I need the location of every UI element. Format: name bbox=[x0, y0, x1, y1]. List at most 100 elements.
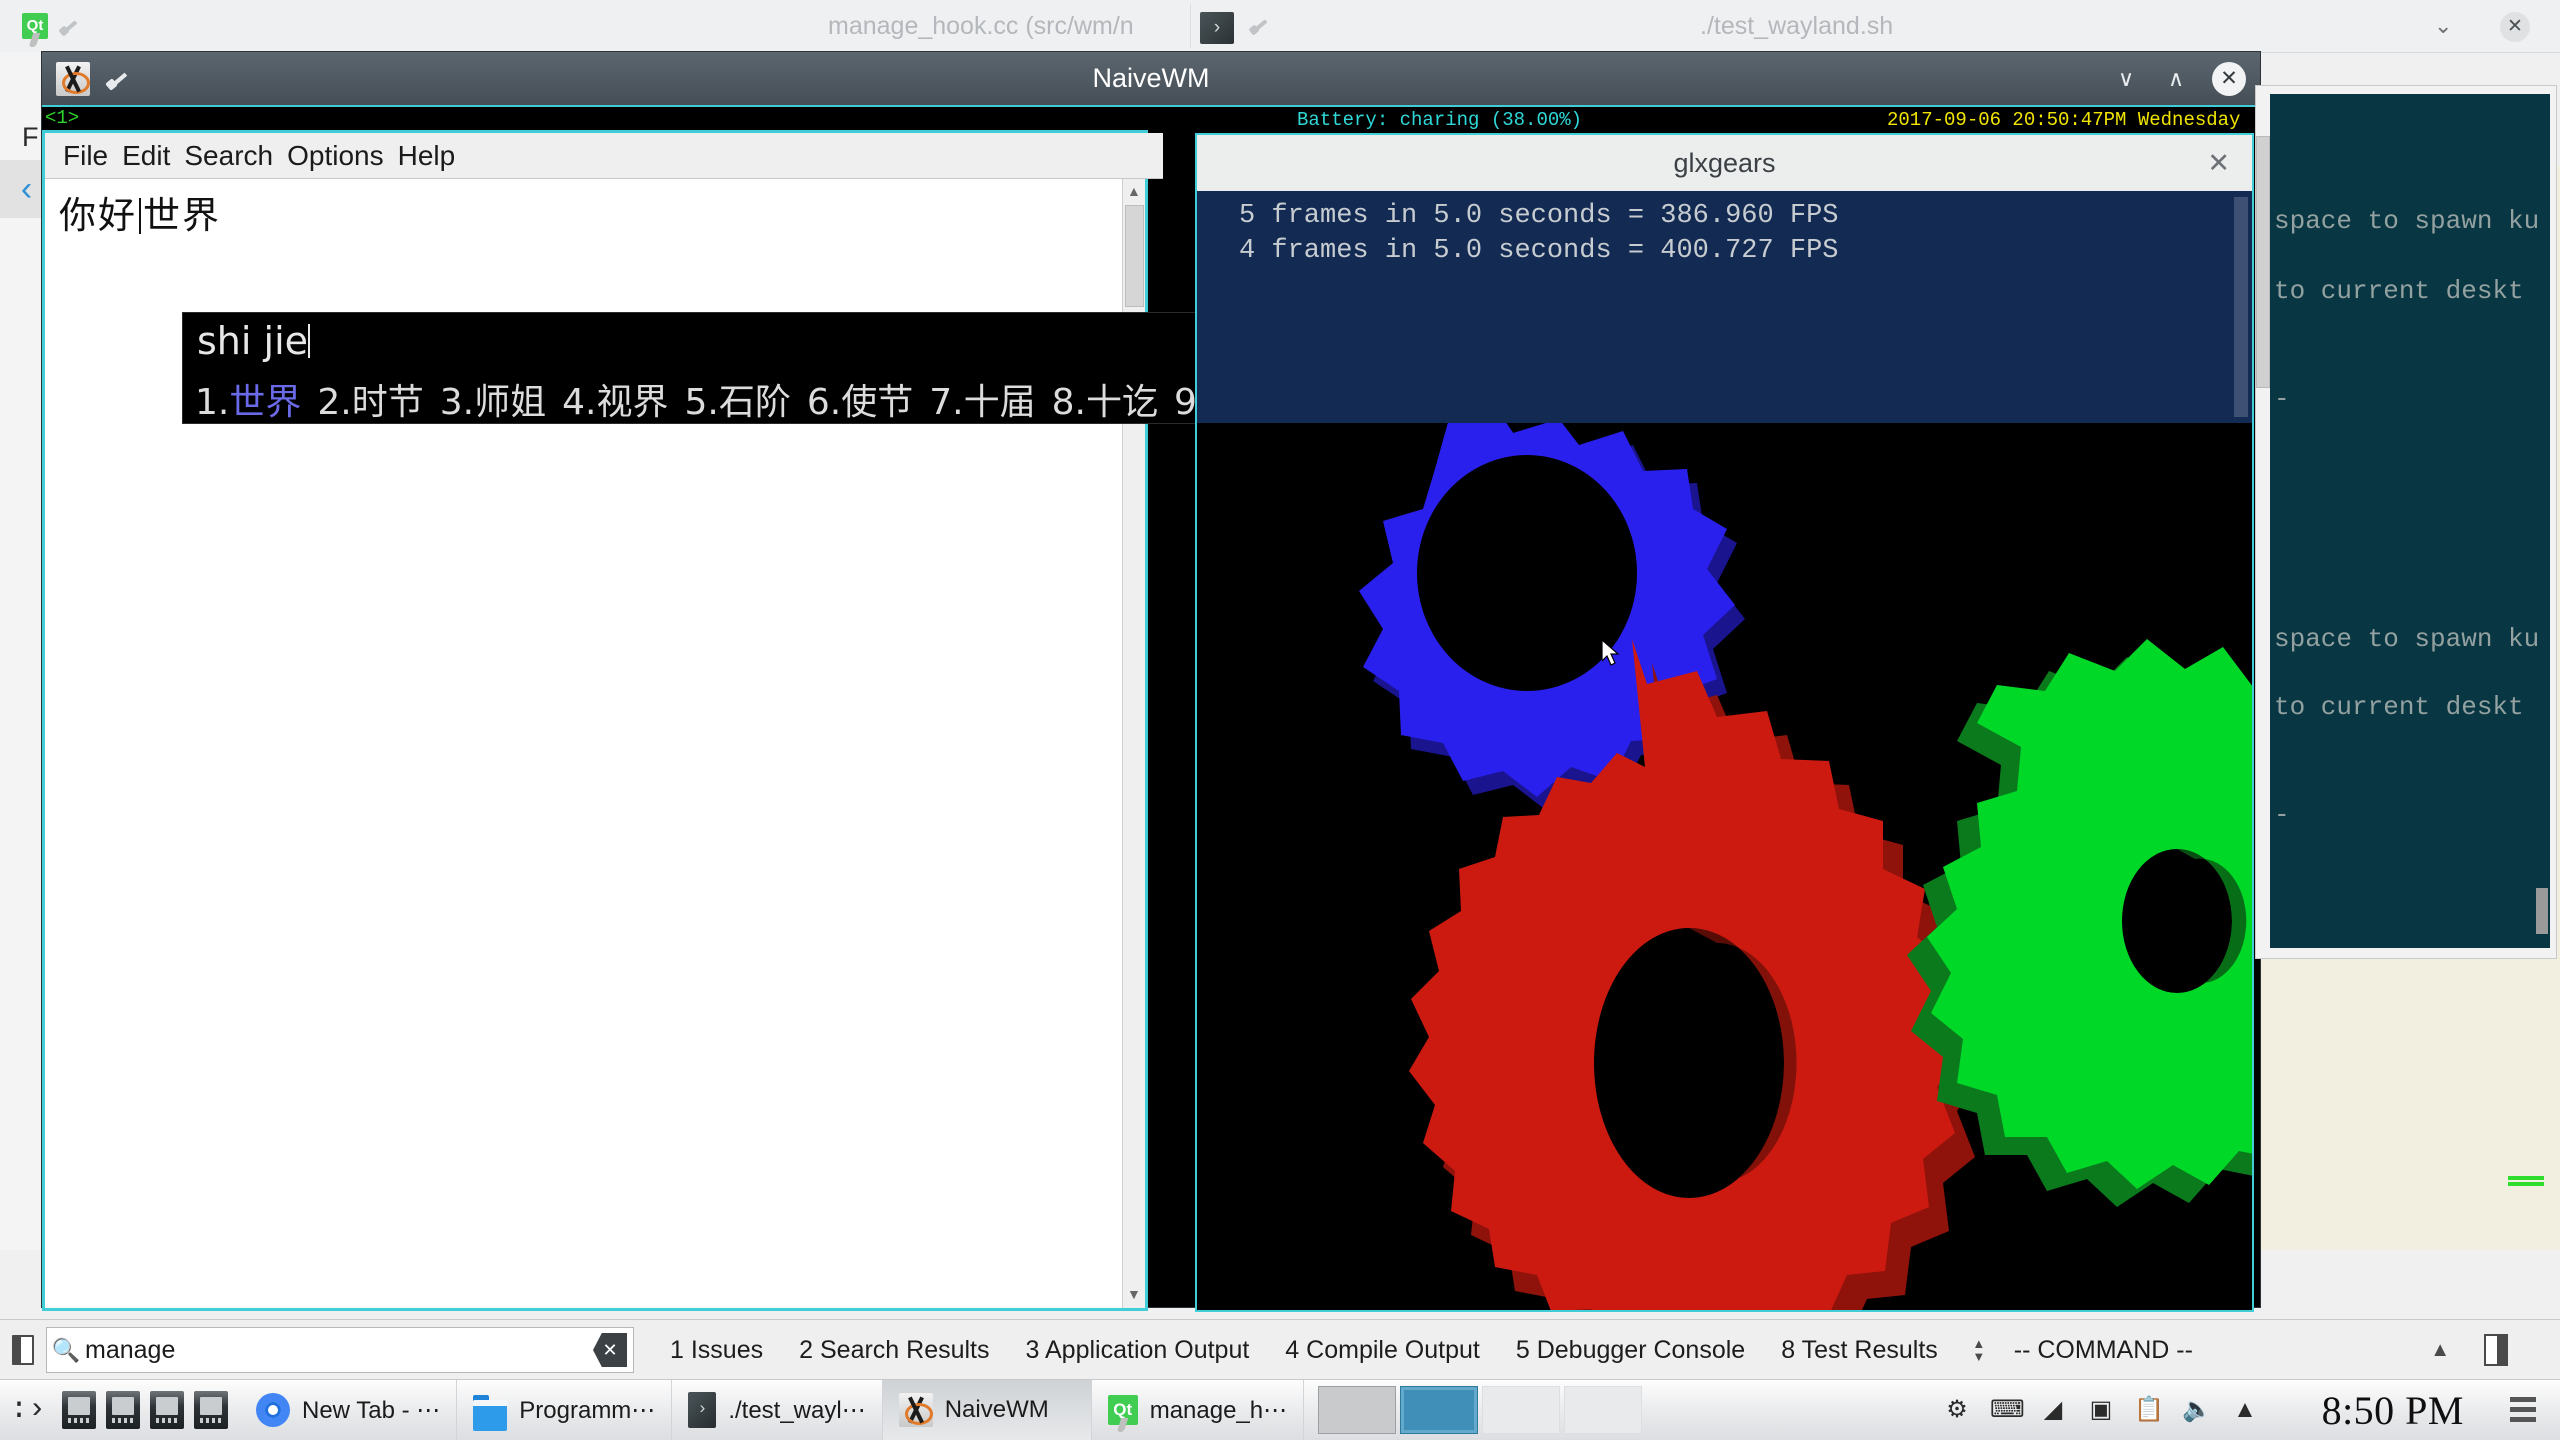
keyboard-icon[interactable]: ⌨ bbox=[1990, 1395, 2020, 1425]
maximize-icon[interactable]: ∧ bbox=[2162, 66, 2190, 92]
taskbar-item-label: Programm⋯ bbox=[519, 1396, 655, 1425]
quick-launch-icon-4[interactable] bbox=[194, 1391, 228, 1429]
ime-candidate-text: 十讫 bbox=[1086, 382, 1158, 423]
folder-icon bbox=[473, 1395, 507, 1425]
glxgears-output: 5 frames in 5.0 seconds = 386.960 FPS 4 … bbox=[1197, 191, 2252, 423]
x-editor-window: <1> File Edit Search Options Help 你好世界 ▲… bbox=[45, 133, 1145, 1308]
workspace-3[interactable] bbox=[1482, 1386, 1560, 1434]
ime-candidate-3[interactable]: 3.师姐 bbox=[440, 382, 546, 423]
wifi-icon[interactable]: ◢ bbox=[2038, 1395, 2068, 1425]
clear-icon[interactable]: ✕ bbox=[593, 1333, 627, 1367]
pane-number: 5 bbox=[1516, 1336, 1530, 1364]
scroll-down-icon[interactable]: ▼ bbox=[1127, 1286, 1141, 1302]
taskbar-item-qtcreator[interactable]: Qt manage_h⋯ bbox=[1092, 1380, 1304, 1440]
x-app-icon bbox=[56, 62, 90, 96]
taskbar-item-file-manager[interactable]: Programm⋯ bbox=[457, 1380, 672, 1440]
terminal-line: space to spawn ku bbox=[2274, 624, 2539, 654]
taskbar-item-naivewm[interactable]: NaiveWM bbox=[883, 1380, 1092, 1440]
glxgears-titlebar[interactable]: glxgears ✕ bbox=[1197, 135, 2252, 192]
terminal-scrollbar[interactable] bbox=[2256, 136, 2270, 388]
menu-item-search[interactable]: Search bbox=[184, 140, 273, 172]
minimize-icon[interactable]: ∨ bbox=[2112, 66, 2140, 92]
quick-launch-icon-2[interactable] bbox=[106, 1391, 140, 1429]
editor-menubar: File Edit Search Options Help bbox=[45, 133, 1163, 179]
pane-button-issues[interactable]: 1 Issues bbox=[652, 1320, 781, 1380]
pane-button-debugger-console[interactable]: 5 Debugger Console bbox=[1498, 1320, 1763, 1380]
volume-icon[interactable]: 🔈 bbox=[2182, 1395, 2212, 1425]
network-icon[interactable]: ⚙ bbox=[1942, 1395, 1972, 1425]
close-icon[interactable]: ✕ bbox=[2212, 62, 2246, 96]
ime-candidate-8[interactable]: 8.十讫 bbox=[1052, 382, 1158, 423]
terminal-line: to current deskt bbox=[2274, 692, 2524, 722]
pin-icon[interactable] bbox=[58, 15, 80, 37]
editor-text-content[interactable]: 你好世界 bbox=[59, 185, 221, 239]
terminal-line: - bbox=[2274, 384, 2290, 414]
taskbar-item-label: New Tab - ⋯ bbox=[302, 1396, 440, 1425]
ime-candidate-text: 十届 bbox=[964, 382, 1036, 423]
taskbar-item-chrome[interactable]: New Tab - ⋯ bbox=[240, 1380, 457, 1440]
pane-button-search-results[interactable]: 2 Search Results bbox=[781, 1320, 1007, 1380]
ime-preedit-value: shi jie bbox=[197, 319, 308, 363]
display-icon[interactable]: ▣ bbox=[2086, 1395, 2116, 1425]
pin-icon-secondary[interactable] bbox=[1248, 14, 1270, 36]
start-icon: :› bbox=[10, 1393, 46, 1427]
quick-launch-icon-1[interactable] bbox=[62, 1391, 96, 1429]
glxgears-scrollbar[interactable] bbox=[2234, 197, 2248, 417]
x-app-icon bbox=[899, 1393, 933, 1427]
ime-candidate-2[interactable]: 2.时节 bbox=[317, 382, 423, 423]
menu-item-edit[interactable]: Edit bbox=[122, 140, 170, 172]
pane-button-test-results[interactable]: 8 Test Results bbox=[1763, 1320, 1956, 1380]
pane-nav-buttons[interactable]: ▲ ▼ bbox=[1966, 1320, 1992, 1380]
left-column-label: F bbox=[22, 122, 39, 153]
ime-candidate-5[interactable]: 5.石阶 bbox=[685, 382, 791, 423]
ime-candidate-1[interactable]: 1.世界 bbox=[195, 382, 301, 423]
chevron-up-icon-right[interactable]: ▲ bbox=[2430, 1339, 2450, 1362]
window-minimize-button[interactable]: ⌄ bbox=[2434, 0, 2452, 52]
qtcreator-titlebar: Qt manage_hook.cc (src/wm/n › ./test_way… bbox=[0, 0, 2560, 53]
ime-candidate-6[interactable]: 6.使节 bbox=[807, 382, 913, 423]
terminal-scrollbar-thumb[interactable] bbox=[2536, 888, 2548, 934]
glxgears-output-line: 4 frames in 5.0 seconds = 400.727 FPS bbox=[1239, 234, 2252, 269]
quick-launch-icon-3[interactable] bbox=[150, 1391, 184, 1429]
naivewm-statusbar: Battery: charing (38.00%) 2017-09-06 20:… bbox=[1197, 107, 2255, 133]
taskbar-item-terminal[interactable]: › ./test_wayl⋯ bbox=[672, 1380, 882, 1440]
pane-button-compile-output[interactable]: 4 Compile Output bbox=[1267, 1320, 1498, 1380]
glxgears-gl-canvas[interactable] bbox=[1197, 423, 2252, 1310]
menu-item-options[interactable]: Options bbox=[287, 140, 384, 172]
scroll-up-icon[interactable]: ▲ bbox=[1127, 183, 1141, 199]
ime-candidate-7[interactable]: 7.十届 bbox=[929, 382, 1035, 423]
workspace-4[interactable] bbox=[1564, 1386, 1642, 1434]
start-button[interactable]: :› bbox=[0, 1380, 56, 1440]
naivewm-titlebar[interactable]: NaiveWM ∨ ∧ ✕ bbox=[42, 52, 2260, 105]
close-icon[interactable]: ✕ bbox=[2207, 135, 2230, 191]
naivewm-title: NaiveWM bbox=[42, 52, 2260, 105]
ime-candidate-4[interactable]: 4.视界 bbox=[562, 382, 668, 423]
pane-button-application-output[interactable]: 3 Application Output bbox=[1008, 1320, 1268, 1380]
output-pane-buttons: 1 Issues 2 Search Results 3 Application … bbox=[652, 1320, 2193, 1380]
pin-icon[interactable] bbox=[106, 67, 130, 91]
close-icon: ✕ bbox=[2500, 12, 2530, 42]
pane-label: Application Output bbox=[1045, 1336, 1249, 1364]
workspace-2[interactable] bbox=[1400, 1386, 1478, 1434]
locator-input[interactable]: manage bbox=[85, 1336, 593, 1365]
scrollbar-thumb[interactable] bbox=[1125, 205, 1144, 307]
document-title: manage_hook.cc (src/wm/n bbox=[828, 0, 1188, 52]
show-hidden-icon[interactable]: ▲ bbox=[2230, 1395, 2260, 1425]
window-close-button[interactable]: ✕ bbox=[2500, 0, 2530, 52]
menu-item-file[interactable]: File bbox=[63, 140, 108, 172]
terminal-icon[interactable]: › bbox=[1200, 12, 1234, 44]
taskbar-clock[interactable]: 8:50 PM bbox=[2322, 1387, 2464, 1434]
glxgears-title: glxgears bbox=[1197, 135, 2252, 191]
menu-item-help[interactable]: Help bbox=[398, 140, 456, 172]
menu-icon[interactable] bbox=[2510, 1397, 2536, 1423]
clipboard-icon[interactable]: 📋 bbox=[2134, 1395, 2164, 1425]
workspace-tag: <1> bbox=[45, 107, 79, 129]
wayland-terminal-content[interactable]: space to spawn ku to current deskt - spa… bbox=[2270, 94, 2550, 948]
ime-candidate-text: 使节 bbox=[841, 382, 913, 423]
workspace-1[interactable] bbox=[1318, 1386, 1396, 1434]
toggle-right-sidebar-button[interactable] bbox=[2484, 1334, 2508, 1366]
toggle-sidebar-button[interactable] bbox=[0, 1320, 46, 1380]
pane-number: 3 bbox=[1026, 1336, 1040, 1364]
locator-input-wrapper[interactable]: 🔍 manage ✕ bbox=[46, 1327, 634, 1373]
chevron-down-icon[interactable]: ▼ bbox=[1972, 1350, 1985, 1363]
